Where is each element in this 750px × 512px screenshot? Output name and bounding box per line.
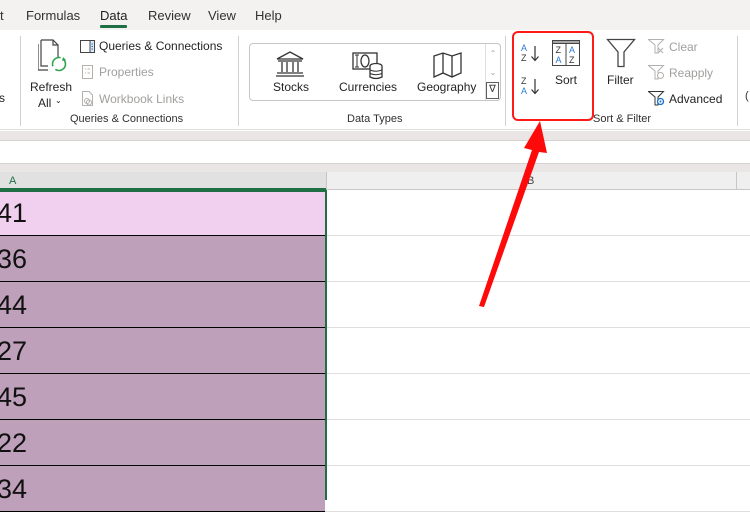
cell-a7[interactable]: 34 <box>0 466 325 512</box>
tab-formulas[interactable]: Formulas <box>26 8 80 23</box>
tab-data[interactable]: Data <box>100 8 128 28</box>
column-header-b[interactable]: B <box>326 172 736 190</box>
cell-a4[interactable]: 27 <box>0 328 325 374</box>
table-row: 45 <box>0 374 750 420</box>
table-row: 36 <box>0 236 750 282</box>
group-label-sort-filter: Sort & Filter <box>593 113 652 125</box>
table-row: 44 <box>0 282 750 328</box>
reapply-label: Reapply <box>669 65 714 80</box>
gallery-scroll-down-button[interactable]: ⌄ <box>486 63 500 82</box>
refresh-all-button[interactable]: Refresh All ⌄ <box>28 36 74 110</box>
cell-value: 44 <box>0 290 28 320</box>
table-row: 34 <box>0 466 750 512</box>
currencies-label: Currencies <box>339 80 398 94</box>
ribbon-spacer <box>0 131 750 140</box>
advanced-filter-icon <box>648 91 665 106</box>
properties-icon <box>80 65 95 79</box>
ribbon-tabs: t Formulas Data Review View Help <box>0 0 750 30</box>
workbook-links-button[interactable]: Workbook Links <box>80 91 184 106</box>
partial-ribbon-label: s <box>0 91 5 105</box>
properties-button[interactable]: Properties <box>80 65 154 79</box>
clear-filter-icon <box>648 39 665 54</box>
refresh-all-label-1: Refresh <box>30 80 73 94</box>
filter-button[interactable]: Filter <box>604 37 638 91</box>
bank-icon <box>275 51 305 77</box>
stocks-label: Stocks <box>273 80 310 94</box>
geography-label: Geography <box>417 80 477 94</box>
advanced-label: Advanced <box>669 91 723 106</box>
clear-filter-button[interactable]: Clear <box>648 39 698 54</box>
column-header-a[interactable]: A <box>0 172 326 190</box>
clear-label: Clear <box>669 39 698 54</box>
table-row: 27 <box>0 328 750 374</box>
group-divider <box>238 36 239 126</box>
cell-a5[interactable]: 45 <box>0 374 325 420</box>
column-header-c[interactable] <box>736 172 750 190</box>
stocks-button[interactable]: Stocks <box>264 44 316 100</box>
cell-a3[interactable]: 44 <box>0 282 325 328</box>
cell-value: 27 <box>0 336 28 366</box>
properties-label: Properties <box>99 65 154 79</box>
refresh-icon <box>38 38 68 74</box>
queries-connections-button[interactable]: Queries & Connections <box>80 39 222 53</box>
partial-next-group-icon: ( <box>745 90 749 102</box>
geography-button[interactable]: Geography <box>416 44 480 100</box>
formula-bar[interactable] <box>0 140 750 164</box>
column-b-label: B <box>527 175 535 187</box>
cell-a1[interactable]: 41 <box>0 190 325 236</box>
cell-b[interactable] <box>326 374 750 420</box>
sort-highlight-annotation <box>512 31 594 121</box>
advanced-filter-button[interactable]: Advanced <box>648 91 722 106</box>
cell-value: 22 <box>0 428 28 458</box>
group-label-data-types: Data Types <box>347 113 403 125</box>
reapply-icon <box>648 65 665 80</box>
group-divider <box>505 36 506 126</box>
filter-label: Filter <box>607 73 634 87</box>
data-types-gallery: Stocks Currencies Geography ⌃ ⌄ ∇ <box>249 43 501 101</box>
cell-a6[interactable]: 22 <box>0 420 325 466</box>
chevron-down-icon: ⌄ <box>55 96 62 105</box>
group-label-queries-connections: Queries & Connections <box>70 113 184 125</box>
tab-insert-partial[interactable]: t <box>0 8 4 23</box>
cell-b[interactable] <box>326 328 750 374</box>
group-divider <box>20 36 21 126</box>
gallery-scroll: ⌃ ⌄ ∇ <box>485 44 500 100</box>
sheet-grid: 41 36 44 27 45 22 34 <box>0 190 750 512</box>
table-row: 41 <box>0 190 750 236</box>
currency-coins-icon <box>352 52 384 80</box>
gallery-more-button[interactable]: ∇ <box>486 82 499 99</box>
table-row: 22 <box>0 420 750 466</box>
workbook-links-label: Workbook Links <box>99 91 185 106</box>
cell-b[interactable] <box>326 282 750 328</box>
queries-connections-label: Queries & Connections <box>99 39 223 53</box>
map-icon <box>433 52 463 78</box>
formula-spacer <box>0 164 750 172</box>
cell-a2[interactable]: 36 <box>0 236 325 282</box>
gallery-scroll-up-button[interactable]: ⌃ <box>486 44 500 63</box>
tab-help[interactable]: Help <box>255 8 282 23</box>
cell-b[interactable] <box>326 420 750 466</box>
currencies-button[interactable]: Currencies <box>336 44 406 100</box>
column-a-label: A <box>9 175 17 187</box>
group-divider <box>737 36 738 126</box>
cell-b[interactable] <box>326 466 750 512</box>
tab-view[interactable]: View <box>208 8 236 23</box>
tab-review[interactable]: Review <box>148 8 191 23</box>
cell-value: 41 <box>0 198 28 228</box>
queries-pane-icon <box>80 39 95 53</box>
workbook-links-icon <box>80 91 95 106</box>
cell-b[interactable] <box>326 236 750 282</box>
cell-b[interactable] <box>326 190 750 236</box>
reapply-button[interactable]: Reapply <box>648 65 713 80</box>
refresh-all-label-2: All <box>38 96 52 110</box>
column-headers: A B <box>0 172 750 190</box>
cell-value: 45 <box>0 382 28 412</box>
ribbon: s Refresh All ⌄ Queries & Connections Pr… <box>0 30 750 130</box>
filter-funnel-icon <box>606 38 636 68</box>
cell-value: 36 <box>0 244 28 274</box>
